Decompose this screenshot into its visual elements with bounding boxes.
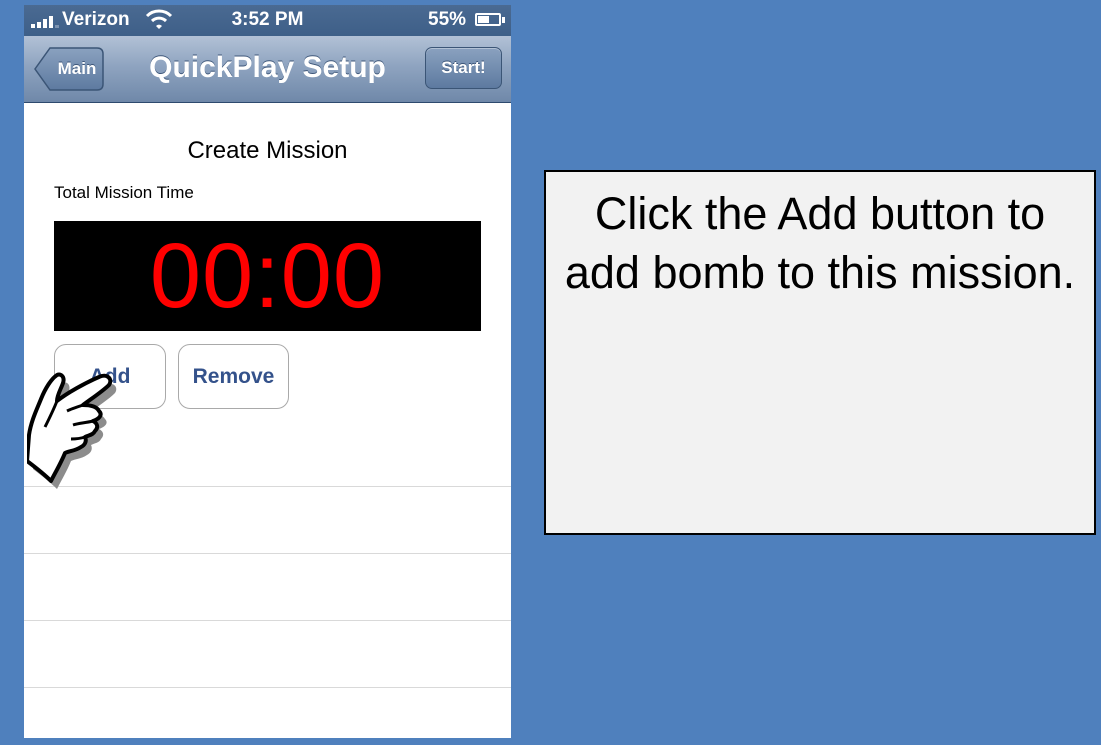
mission-time-label: Total Mission Time xyxy=(54,183,194,202)
instruction-callout: Click the Add button to add bomb to this… xyxy=(544,170,1096,535)
section-title: Create Mission xyxy=(187,137,348,164)
battery-fill xyxy=(478,16,489,23)
bomb-list-row[interactable] xyxy=(24,620,511,687)
mission-timer-display: 00:00 xyxy=(54,221,481,331)
status-bar: Verizon 3:52 PM 55% xyxy=(24,5,511,36)
start-button[interactable]: Start! xyxy=(425,47,502,89)
bomb-list xyxy=(24,486,511,738)
phone-screen: Verizon 3:52 PM 55% Main QuickPlay Setup… xyxy=(24,5,511,738)
remove-button[interactable]: Remove xyxy=(178,344,289,409)
bomb-list-row[interactable] xyxy=(24,553,511,620)
battery-nub xyxy=(502,17,505,23)
navigation-bar: Main QuickPlay Setup Start! xyxy=(24,36,511,103)
pointing-hand-icon xyxy=(27,372,117,489)
bomb-list-row[interactable] xyxy=(24,687,511,738)
bomb-list-row[interactable] xyxy=(24,486,511,553)
battery-icon xyxy=(475,13,501,26)
battery-percent: 55% xyxy=(428,9,467,30)
